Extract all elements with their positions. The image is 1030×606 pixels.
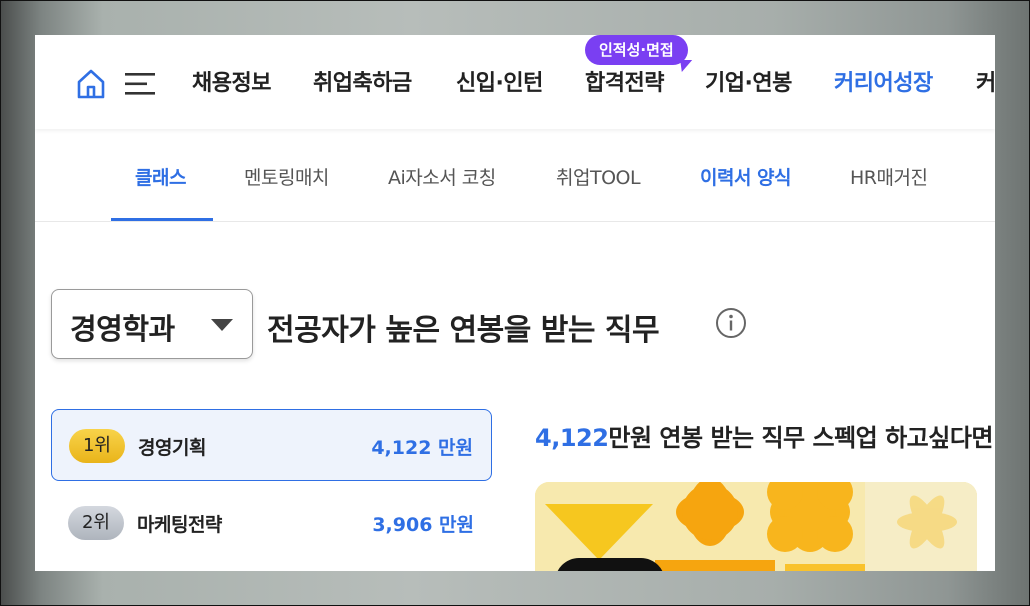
tab-resume-template[interactable]: 이력서 양식 (700, 163, 792, 190)
gnb-item-intern[interactable]: 신입·인턴 (456, 68, 543, 100)
aptitude-interview-badge: 인적성·면접 (585, 35, 688, 65)
ranking-row-1[interactable]: 1위 경영기획 4,122 만원 (51, 409, 492, 481)
job-salary: 3,906 만원 (372, 514, 474, 536)
promo-heading: 4,122만원 연봉 받는 직무 스펙업 하고싶다면 (535, 418, 993, 453)
gnb-item-jobs[interactable]: 채용정보 (192, 68, 271, 100)
job-name: 마케팅전략 (137, 514, 222, 536)
job-name: 경영기획 (138, 437, 206, 459)
sub-nav: 클래스 멘토링매치 Ai자소서 코칭 취업TOOL 이력서 양식 HR매거진 (35, 130, 995, 222)
info-icon[interactable] (715, 307, 747, 339)
rank-badge: 2위 (68, 506, 124, 540)
active-tab-underline (111, 218, 213, 221)
promo-amount: 4,122 (535, 424, 609, 452)
job-salary: 4,122 만원 (371, 437, 473, 459)
gnb-item-strategy[interactable]: 합격전략 (585, 68, 664, 100)
tab-hr-magazine[interactable]: HR매거진 (850, 163, 928, 190)
global-nav: 채용정보 취업축하금 신입·인턴 합격전략 기업·연봉 커리어성장 커 인적성·… (35, 35, 995, 129)
home-icon[interactable] (75, 68, 107, 100)
tab-mentoring[interactable]: 멘토링매치 (244, 163, 329, 190)
gnb-item-bonus[interactable]: 취업축하금 (313, 68, 412, 100)
hamburger-menu-icon[interactable] (125, 73, 157, 95)
tab-ai-coaching[interactable]: Ai자소서 코칭 (388, 163, 496, 190)
tab-class[interactable]: 클래스 (135, 163, 186, 190)
gnb-item-career[interactable]: 커리어성장 (834, 68, 933, 100)
department-label: 경영학과 (70, 312, 175, 346)
page: 채용정보 취업축하금 신입·인턴 합격전략 기업·연봉 커리어성장 커 인적성·… (35, 35, 995, 571)
ranking-row-2[interactable]: 2위 마케팅전략 3,906 만원 (51, 487, 492, 559)
rank-badge: 1위 (69, 429, 125, 463)
dropdown-caret-icon (211, 319, 233, 331)
promo-text: 만원 연봉 받는 직무 스펙업 하고싶다면 (608, 424, 993, 452)
banner-illustration (535, 482, 977, 571)
department-dropdown[interactable]: 경영학과 (51, 289, 253, 359)
gnb-item-cutoff[interactable]: 커 (976, 68, 995, 100)
promo-banner[interactable] (535, 482, 977, 571)
badge-tail (675, 60, 693, 72)
section-title: 전공자가 높은 연봉을 받는 직무 (267, 313, 660, 348)
tab-tool[interactable]: 취업TOOL (556, 163, 641, 190)
gnb-item-company-salary[interactable]: 기업·연봉 (705, 68, 792, 100)
